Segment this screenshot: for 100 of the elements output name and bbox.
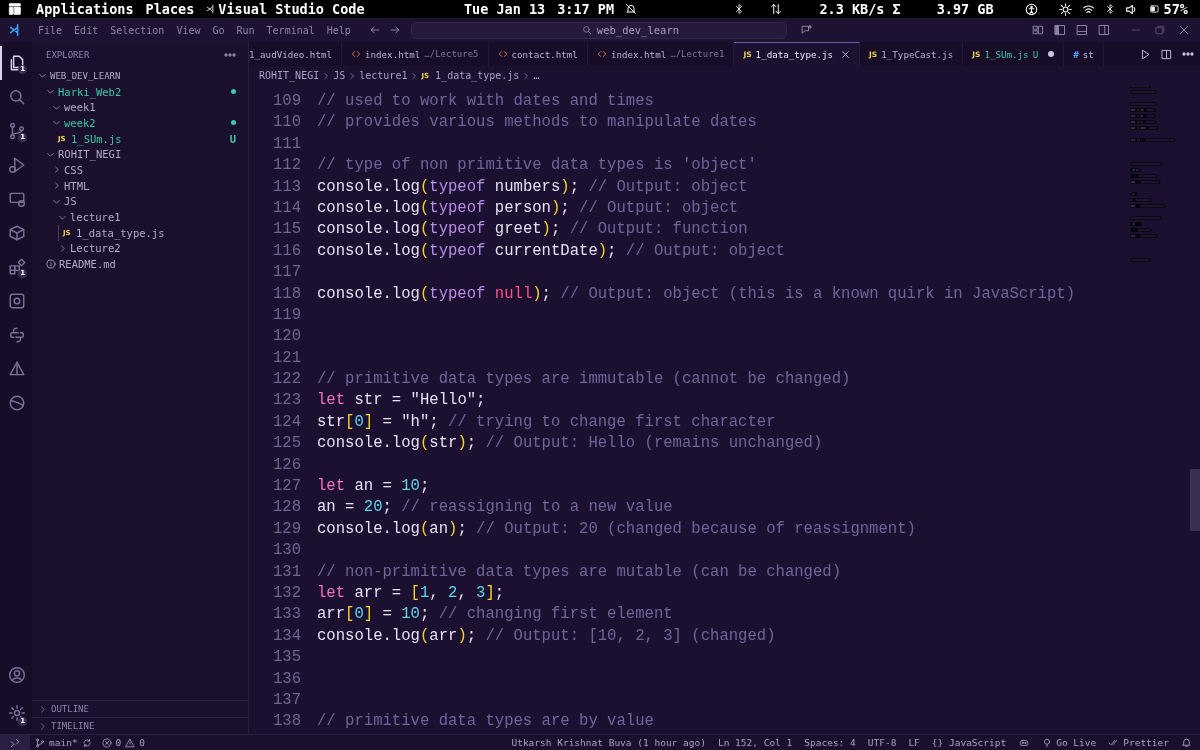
status-item[interactable]: {} JavaScript <box>925 737 1013 748</box>
chevron-down-icon[interactable] <box>52 118 61 128</box>
menu-item[interactable]: File <box>32 24 69 36</box>
folder-name[interactable]: Lecture2 <box>70 242 236 255</box>
line-number: 124 <box>271 411 301 433</box>
bluetooth-icon <box>734 3 745 15</box>
folder-name[interactable]: JS <box>64 195 236 208</box>
folder-name[interactable]: CSS <box>64 163 236 176</box>
section-header[interactable]: TIMELINE <box>51 721 95 731</box>
line-number: 128 <box>271 497 301 519</box>
breadcrumb-item[interactable]: JS <box>333 70 346 81</box>
breadcrumb-item[interactable]: 1_data_type.js <box>435 70 520 81</box>
menu-item[interactable]: Terminal <box>260 24 321 36</box>
chevron-right-icon <box>410 71 419 80</box>
editor-tab[interactable]: # st <box>1064 42 1104 66</box>
line-number: 137 <box>271 689 301 711</box>
layout-icon[interactable] <box>1032 24 1044 36</box>
code-line: let an = 10; <box>316 476 430 498</box>
status-item[interactable]: Utkarsh Krishnat Buva (1 hour ago) <box>505 737 712 748</box>
close-icon[interactable] <box>841 50 851 59</box>
menu-item[interactable]: Go <box>206 24 231 36</box>
breadcrumb-item[interactable]: ROHIT_NEGI <box>259 70 320 81</box>
scrollbar-thumb[interactable] <box>1190 469 1200 531</box>
status-item[interactable]: Spaces: 4 <box>798 737 862 748</box>
file-name[interactable]: 1_SUm.js <box>71 132 227 145</box>
status-item[interactable]: LF <box>902 737 926 748</box>
line-number: 113 <box>271 176 301 198</box>
command-center-field[interactable]: web_dev_learn <box>410 21 787 39</box>
folder-name[interactable]: Harki_Web2 <box>58 85 228 98</box>
error-icon <box>101 737 112 748</box>
folder-name[interactable]: lecture1 <box>70 211 236 224</box>
folder-name[interactable]: ROHIT_NEGI <box>58 148 236 161</box>
breadcrumb-item[interactable]: … <box>533 70 540 81</box>
breadcrumb-item[interactable]: lecture1 <box>359 70 408 81</box>
menu-item[interactable]: Help <box>320 24 357 36</box>
volume-icon <box>1124 2 1138 16</box>
line-number: 114 <box>271 197 301 219</box>
menu-item[interactable]: Edit <box>68 24 105 36</box>
code-line: console.log(an); // Output: 20 (changed because of reassignment) <box>316 518 916 540</box>
chevron-right-icon[interactable] <box>52 165 61 175</box>
run-icon[interactable] <box>1140 48 1151 60</box>
go-live-button[interactable]: Go Live <box>1036 737 1103 748</box>
close-icon[interactable] <box>1178 24 1190 36</box>
editor-tab[interactable]: 1_audVideo.html <box>249 42 342 66</box>
folder-name[interactable]: week1 <box>64 101 236 114</box>
warning-count[interactable]: 0 <box>139 737 146 748</box>
remote-button[interactable] <box>0 735 30 750</box>
menu-item[interactable]: View <box>170 24 207 36</box>
chevron-right-icon[interactable] <box>58 243 67 253</box>
line-number: 119 <box>271 304 301 326</box>
transfer-icon <box>769 3 784 15</box>
panel-icon[interactable] <box>1076 24 1088 36</box>
more-icon[interactable] <box>1182 52 1194 56</box>
code-line: str[0] = "h"; // trying to change first character <box>316 411 776 433</box>
status-item[interactable]: UTF-8 <box>861 737 903 748</box>
chevron-down-icon[interactable] <box>38 71 47 81</box>
panel-title: EXPLORER <box>46 50 90 60</box>
menu-item[interactable]: Selection <box>104 24 171 36</box>
error-count[interactable]: 0 <box>115 737 122 748</box>
wifi-icon <box>1081 2 1095 16</box>
prettier-button[interactable]: Prettier <box>1102 737 1175 748</box>
chevron-right-icon[interactable] <box>52 181 61 191</box>
copilot-icon[interactable] <box>1018 737 1031 748</box>
code-line: console.log(typeof person); // Output: object <box>316 197 739 219</box>
editor-tab[interactable]: contact.html <box>488 42 588 66</box>
bell-icon[interactable] <box>1181 737 1192 748</box>
status-item[interactable]: Ln 152, Col 1 <box>711 737 799 748</box>
line-number: 121 <box>271 347 301 369</box>
file-name[interactable]: README.md <box>59 258 236 271</box>
sidebar-icon[interactable] <box>1054 24 1066 36</box>
sync-icon[interactable] <box>81 737 92 748</box>
code-line: console.log(arr); // Output: [10, 2, 3] (changed) <box>316 625 776 647</box>
chevron-right-icon <box>348 71 357 80</box>
folder-name[interactable]: WEB_DEV_LEARN <box>50 70 236 81</box>
memory-usage: 3.97 GB <box>935 1 995 17</box>
apps-grid-icon[interactable] <box>8 3 22 15</box>
file-name[interactable]: 1_data_type.js <box>76 226 236 239</box>
chevron-right-icon <box>522 71 531 80</box>
section-header[interactable]: OUTLINE <box>51 704 89 714</box>
bluetooth-icon <box>1104 3 1115 15</box>
line-number: 136 <box>271 668 301 690</box>
split-editor-icon[interactable] <box>1161 48 1172 60</box>
forward-arrow-icon[interactable] <box>388 24 401 36</box>
folder-name[interactable]: week2 <box>64 116 228 129</box>
chevron-down-icon[interactable] <box>46 87 55 97</box>
css-file-icon: # <box>1073 48 1079 60</box>
menu-item[interactable]: Run <box>230 24 261 36</box>
settings-icon <box>8 704 26 722</box>
code-line: console.log(typeof currentDate); // Output: object <box>316 240 785 262</box>
folder-name[interactable]: HTML <box>64 179 236 192</box>
split-icon[interactable] <box>1098 24 1110 36</box>
menu-item[interactable]: Applications <box>30 1 140 17</box>
square-icon <box>8 292 26 310</box>
editor-tab[interactable]: index.html …/Lecture5 <box>342 42 489 66</box>
branch-name[interactable]: main* <box>49 737 78 748</box>
menu-item[interactable]: Places <box>139 1 201 17</box>
back-arrow-icon[interactable] <box>368 24 381 36</box>
chevron-right-icon[interactable] <box>38 704 47 714</box>
chevron-right-icon[interactable] <box>38 721 47 731</box>
more-icon[interactable] <box>224 53 236 57</box>
